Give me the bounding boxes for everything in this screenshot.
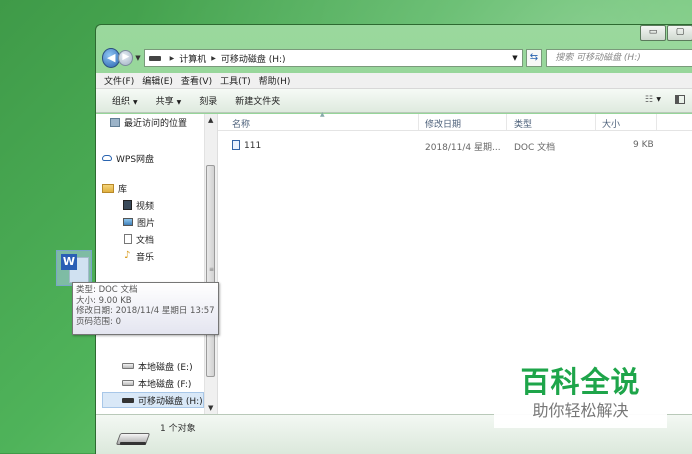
file-type: DOC 文档 [514,143,556,153]
watermark-subtitle: 助你轻松解决 [532,401,629,420]
share-button[interactable]: 共享 ▼ [156,94,182,107]
tooltip-size: 大小: 9.00 KB [76,295,132,306]
menu-bar: 文件(F) 编辑(E) 查看(V) 工具(T) 帮助(H) [96,73,692,89]
breadcrumb-drive-h[interactable]: 可移动磁盘 (H:) [221,52,286,65]
nav-label: 库 [118,184,128,195]
new-folder-button[interactable]: 新建文件夹 [235,94,280,107]
removable-drive-icon [122,397,134,403]
item-count: 1 个对象 [160,424,196,434]
video-icon [123,200,132,210]
search-input[interactable]: 搜索 可移动磁盘 (H:) [546,49,692,67]
nav-label: 文档 [136,235,155,246]
tooltip-type: 类型: DOC 文档 [76,285,138,295]
breadcrumb-computer[interactable]: 计算机 [179,52,206,65]
column-divider[interactable] [506,114,507,130]
recent-places-icon [110,117,120,127]
view-options-icon[interactable]: ☷ [645,95,653,105]
file-name-cell[interactable]: 111 [232,140,261,151]
chevron-down-icon: ▼ [176,99,182,106]
navigation-pane: 最近访问的位置 WPS网盘 库 视频 图片 文档 ♪ 音乐 本地磁盘 (E:) 本… [96,114,218,441]
menu-edit[interactable]: 编辑(E) [142,74,173,87]
grip-icon: ≡ [209,266,215,273]
pictures-icon [123,218,133,226]
organize-label: 组织 [112,97,131,107]
column-divider[interactable] [418,114,419,130]
file-date: 2018/11/4 星期... [425,143,501,153]
dragged-file-ghost: W [56,250,92,286]
nav-label: 音乐 [136,252,155,263]
nav-label: 本地磁盘 (E:) [138,362,193,373]
menu-tools[interactable]: 工具(T) [220,74,251,87]
music-note-icon: ♪ [124,250,131,261]
address-dropdown-icon[interactable]: ▼ [512,54,517,62]
nav-item-video[interactable]: 视频 [123,197,154,213]
minimize-button[interactable]: ▭ [640,25,666,41]
nav-label: 可移动磁盘 (H:) [138,396,203,407]
nav-item-recent[interactable]: 最近访问的位置 [110,114,187,130]
scroll-up-icon[interactable]: ▲ [208,116,213,124]
nav-item-music[interactable]: ♪ 音乐 [124,248,154,264]
file-info-tooltip: 类型: DOC 文档 大小: 9.00 KB 修改日期: 2018/11/4 星… [72,282,219,335]
menu-help[interactable]: 帮助(H) [259,74,291,87]
nav-label: 最近访问的位置 [124,118,188,129]
column-divider[interactable] [595,114,596,130]
tooltip-date: 修改日期: 2018/11/4 星期日 13:57 [76,306,215,317]
menu-view[interactable]: 查看(V) [181,74,212,87]
nav-item-drive-f[interactable]: 本地磁盘 (F:) [122,375,191,391]
file-name: 111 [244,141,262,151]
nav-item-wps[interactable]: WPS网盘 [102,150,154,166]
nav-label: 本地磁盘 (F:) [138,379,192,390]
hard-drive-icon [122,380,134,386]
nav-item-documents[interactable]: 文档 [124,231,154,247]
nav-scrollbar[interactable]: ▲ ≡ ▼ [204,114,217,414]
breadcrumb-chevron-icon[interactable]: ▶ [211,55,216,62]
maximize-button[interactable]: ▢ [667,25,692,41]
table-row[interactable]: 111 2018/11/4 星期... DOC 文档 9 KB [218,139,692,153]
recent-pages-chevron-icon[interactable]: ▼ [135,54,140,62]
tooltip-pages: 页码范围: 0 [76,316,121,327]
scroll-thumb[interactable]: ≡ [206,165,215,377]
document-icon [124,234,132,244]
column-type[interactable]: 类型 [514,117,532,130]
menu-file[interactable]: 文件(F) [104,74,134,87]
file-size: 9 KB [633,140,654,150]
nav-item-drive-h[interactable]: 可移动磁盘 (H:) [102,392,204,408]
nav-label: WPS网盘 [116,154,155,165]
organize-button[interactable]: 组织 ▼ [112,94,138,107]
watermark: 百科全说 助你轻松解决 [494,345,667,428]
breadcrumb-chevron-icon[interactable]: ▶ [170,55,175,62]
hard-drive-icon [122,363,134,369]
library-folder-icon [102,183,114,193]
drive-slot-icon [120,442,146,445]
word-icon: W [61,254,77,270]
address-bar: ◀ ▶ ▼ ▶ 计算机 ▶ 可移动磁盘 (H:) ▼ ⇆ 搜索 可移动磁盘 (H… [102,47,692,69]
refresh-icon[interactable]: ⇆ [525,49,543,67]
burn-button[interactable]: 刻录 [199,94,217,107]
scroll-down-icon[interactable]: ▼ [208,404,213,412]
nav-label: 视频 [136,201,155,212]
column-header: ▲ 名称 修改日期 类型 大小 [218,111,692,131]
preview-pane-icon[interactable] [675,95,685,104]
removable-drive-icon [148,55,161,61]
address-field[interactable]: ▶ 计算机 ▶ 可移动磁盘 (H:) ▼ [143,49,523,67]
caption-buttons: ▭ ▢ [639,25,692,41]
share-label: 共享 [155,97,174,107]
word-document-icon [232,140,240,150]
nav-item-drive-e[interactable]: 本地磁盘 (E:) [122,358,193,374]
nav-item-pictures[interactable]: 图片 [123,214,155,230]
column-size[interactable]: 大小 [602,117,620,130]
sort-up-icon: ▲ [320,111,325,118]
watermark-title: 百科全说 [520,365,641,399]
command-bar: 组织 ▼ 共享 ▼ 刻录 新建文件夹 ☷ ▼ [96,89,692,113]
column-name[interactable]: 名称 [232,117,250,130]
forward-arrow-icon[interactable]: ▶ [118,50,134,66]
chevron-down-icon: ▼ [133,99,138,106]
column-date[interactable]: 修改日期 [425,117,461,130]
column-divider[interactable] [656,114,657,130]
nav-item-library[interactable]: 库 [102,180,127,196]
nav-label: 图片 [137,218,156,229]
cloud-icon [102,155,112,161]
view-dropdown-icon[interactable]: ▼ [656,96,661,103]
